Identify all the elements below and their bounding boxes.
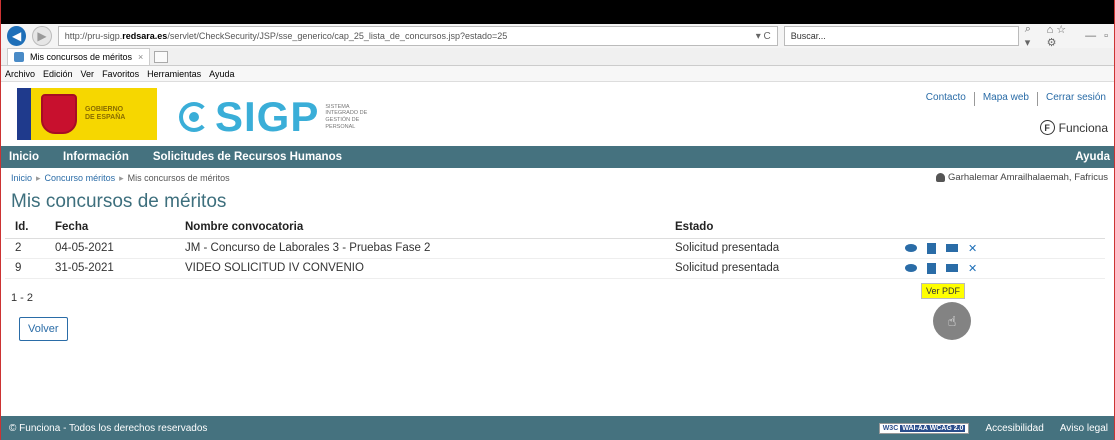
menu-herramientas[interactable]: Herramientas <box>147 69 201 79</box>
menu-ayuda[interactable]: Ayuda <box>209 69 234 79</box>
toolbar-icons[interactable]: ⌂ ☆ ⚙ <box>1047 23 1078 49</box>
user-icon <box>936 173 946 182</box>
cell-nombre: JM - Concurso de Laborales 3 - Pruebas F… <box>175 238 665 259</box>
menu-favoritos[interactable]: Favoritos <box>102 69 139 79</box>
funciona-text: Funciona <box>1058 120 1108 135</box>
nav-inicio[interactable]: Inicio <box>9 151 39 163</box>
cursor-hand-icon: ☝ <box>933 302 971 340</box>
breadcrumb-inicio[interactable]: Inicio <box>11 173 32 183</box>
page-icon <box>14 52 24 62</box>
menu-ver[interactable]: Ver <box>81 69 95 79</box>
table-row: 9 31-05-2021 VIDEO SOLICITUD IV CONVENIO… <box>5 258 1105 279</box>
window-controls: ⌕ ▾ ⌂ ☆ ⚙ — ▫ <box>1025 23 1108 49</box>
pdf-icon[interactable] <box>927 262 936 274</box>
link-aviso-legal[interactable]: Aviso legal <box>1060 423 1108 434</box>
mail-icon[interactable] <box>946 244 958 252</box>
view-icon[interactable] <box>905 264 917 272</box>
minimize-icon[interactable]: — <box>1085 30 1096 42</box>
cell-id: 2 <box>5 238 45 259</box>
cell-fecha: 04-05-2021 <box>45 238 175 259</box>
mail-icon[interactable] <box>946 264 958 272</box>
funciona-icon: F <box>1039 120 1055 135</box>
tab-mis-concursos[interactable]: Mis concursos de méritos × <box>7 48 151 65</box>
url-path: /servlet/CheckSecurity/JSP/sse_generico/… <box>167 31 508 41</box>
cell-fecha: 31-05-2021 <box>45 258 175 279</box>
breadcrumb-separator: ▸ <box>36 172 41 183</box>
sigp-logo-icon <box>179 102 209 132</box>
col-acciones <box>895 216 1105 239</box>
user-info: Garhalemar Amrailhalaemah, Fafricus <box>936 172 1108 183</box>
breadcrumb: Inicio ▸ Concurso méritos ▸ Mis concurso… <box>1 168 1114 188</box>
cell-nombre: VIDEO SOLICITUD IV CONVENIO <box>175 258 665 279</box>
url-field[interactable]: http://pru-sigp.redsara.es/servlet/Check… <box>57 26 778 46</box>
back-button[interactable]: Volver <box>19 316 68 341</box>
menu-bar: Archivo Edición Ver Favoritos Herramient… <box>1 66 1114 82</box>
nav-ayuda[interactable]: Ayuda <box>1075 151 1110 163</box>
url-domain: redsara.es <box>122 31 168 41</box>
cell-acciones: ✕ <box>895 238 1105 259</box>
link-cerrar-sesion[interactable]: Cerrar sesión <box>1046 92 1106 106</box>
url-prefix: http://pru-sigp. <box>64 31 123 41</box>
sigp-brand: SIGP <box>215 93 320 140</box>
delete-icon[interactable]: ✕ <box>968 262 977 275</box>
refresh-icon[interactable]: ▾ C <box>756 31 771 42</box>
funciona-logo[interactable]: F Funciona <box>1039 120 1108 135</box>
sigp-logo[interactable]: SIGP SISTEMA INTEGRADO DE GESTIÓN DE PER… <box>179 96 367 138</box>
cell-estado: Solicitud presentada <box>665 238 895 259</box>
link-contacto[interactable]: Contacto <box>926 92 966 106</box>
coat-of-arms-icon <box>41 94 77 134</box>
wcag-badge[interactable]: W3C WAI-AA WCAG 2.0 <box>878 422 970 434</box>
concursos-table: Id. Fecha Nombre convocatoria Estado 2 0… <box>5 216 1105 279</box>
col-id: Id. <box>5 216 45 239</box>
breadcrumb-concurso[interactable]: Concurso méritos <box>45 173 116 183</box>
divider <box>1036 92 1038 106</box>
top-black-bar <box>1 0 1114 24</box>
w3c-text: W3C <box>882 424 899 432</box>
copyright: © Funciona - Todos los derechos reservad… <box>9 422 208 434</box>
col-nombre: Nombre convocatoria <box>175 216 665 239</box>
delete-icon[interactable]: ✕ <box>968 242 977 255</box>
link-mapa-web[interactable]: Mapa web <box>983 92 1029 106</box>
col-fecha: Fecha <box>45 216 175 239</box>
tooltip-ver-pdf: Ver PDF <box>921 283 966 299</box>
tab-bar: Mis concursos de méritos × <box>1 48 1114 66</box>
link-accesibilidad[interactable]: Accesibilidad <box>985 423 1043 434</box>
restore-icon[interactable]: ▫ <box>1104 30 1108 42</box>
divider <box>973 92 975 106</box>
nav-solicitudes[interactable]: Solicitudes de Recursos Humanos <box>153 151 342 163</box>
gobierno-text: GOBIERNO DE ESPAÑA <box>85 105 126 121</box>
col-estado: Estado <box>665 216 895 239</box>
back-arrow-icon[interactable]: ◀ <box>7 26 27 46</box>
pdf-icon[interactable] <box>927 242 936 254</box>
breadcrumb-current: Mis concursos de méritos <box>127 173 230 183</box>
eu-flag-strip <box>17 88 31 140</box>
table-row: 2 04-05-2021 JM - Concurso de Laborales … <box>5 238 1105 259</box>
cell-estado: Solicitud presentada <box>665 258 895 279</box>
menu-edicion[interactable]: Edición <box>43 69 73 79</box>
main-nav: Inicio Información Solicitudes de Recurs… <box>1 146 1114 168</box>
view-icon[interactable] <box>905 244 917 252</box>
gobierno-logo[interactable]: GOBIERNO DE ESPAÑA <box>17 88 157 140</box>
address-bar: ◀ ▶ http://pru-sigp.redsara.es/servlet/C… <box>1 23 1114 49</box>
page-title: Mis concursos de méritos <box>11 191 227 212</box>
tab-close-icon[interactable]: × <box>138 52 143 62</box>
page: ◀ ▶ http://pru-sigp.redsara.es/servlet/C… <box>0 0 1115 440</box>
sigp-subtitle: SISTEMA INTEGRADO DE GESTIÓN DE PERSONAL <box>325 103 368 130</box>
cell-id: 9 <box>5 258 45 279</box>
cell-acciones: ✕ <box>895 258 1105 279</box>
menu-archivo[interactable]: Archivo <box>5 69 35 79</box>
site-header: GOBIERNO DE ESPAÑA SIGP SISTEMA INTEGRAD… <box>1 82 1114 146</box>
header-links: Contacto Mapa web Cerrar sesión <box>926 92 1106 106</box>
new-tab-button[interactable] <box>154 51 169 63</box>
user-name: Garhalemar Amrailhalaemah, Fafricus <box>948 172 1108 183</box>
breadcrumb-separator: ▸ <box>119 172 124 183</box>
footer: © Funciona - Todos los derechos reservad… <box>1 416 1114 440</box>
tab-title: Mis concursos de méritos <box>30 52 133 62</box>
forward-arrow-icon[interactable]: ▶ <box>32 26 52 46</box>
search-input[interactable]: Buscar... <box>783 26 1019 46</box>
nav-informacion[interactable]: Información <box>63 151 129 163</box>
wai-text: WAI-AA WCAG 2.0 <box>900 424 966 432</box>
table-header-row: Id. Fecha Nombre convocatoria Estado <box>5 216 1105 239</box>
search-dropdown-icon[interactable]: ⌕ ▾ <box>1025 23 1039 49</box>
